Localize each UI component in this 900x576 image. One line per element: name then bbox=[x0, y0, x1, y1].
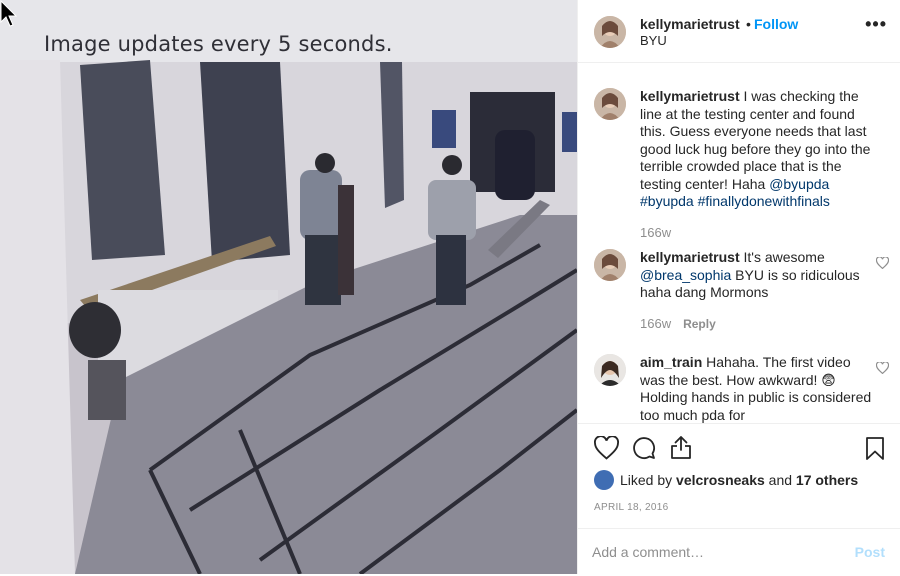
heart-icon[interactable] bbox=[594, 436, 619, 460]
comment-body: aim_train Hahaha. The first video was th… bbox=[640, 354, 872, 423]
comment-like-heart-icon[interactable] bbox=[876, 362, 889, 374]
hashtag-link[interactable]: #byupda bbox=[640, 193, 694, 209]
comment-body: kellymarietrust It's awesome @brea_sophi… bbox=[640, 249, 872, 302]
likes-and: and bbox=[768, 472, 793, 488]
post-comment-button[interactable]: Post bbox=[855, 544, 885, 560]
reply-button[interactable]: Reply bbox=[683, 317, 716, 331]
mouse-cursor-icon bbox=[0, 0, 18, 27]
liker-username[interactable]: velcrosneaks bbox=[676, 472, 765, 488]
likes-others-link[interactable]: 17 others bbox=[796, 472, 858, 488]
comment-meta: 166w Reply bbox=[640, 316, 716, 331]
comment-icon[interactable] bbox=[632, 436, 656, 460]
author-username[interactable]: kellymarietrust bbox=[640, 16, 740, 32]
likes-prefix: Liked by bbox=[620, 472, 673, 488]
post-sidebar: kellymarietrust • Follow BYU ••• kellyma… bbox=[577, 0, 900, 574]
hashtag-link[interactable]: #finallydonewithfinals bbox=[698, 193, 830, 209]
comment-username[interactable]: kellymarietrust bbox=[640, 249, 740, 265]
comment-time[interactable]: 166w bbox=[640, 316, 671, 331]
mention-link[interactable]: @byupda bbox=[769, 176, 829, 192]
photo-scene bbox=[0, 0, 577, 574]
post-location[interactable]: BYU bbox=[640, 33, 667, 48]
separator-dot: • bbox=[746, 16, 751, 32]
post-photo[interactable]: Image updates every 5 seconds. bbox=[0, 0, 577, 574]
ellipsis-icon[interactable]: ••• bbox=[865, 14, 887, 35]
author-avatar[interactable] bbox=[594, 16, 626, 48]
add-comment-input[interactable] bbox=[592, 544, 832, 560]
comment-time[interactable]: 166w bbox=[640, 225, 671, 240]
comment-body: kellymarietrust I was checking the line … bbox=[640, 88, 872, 211]
comment-text: It's awesome bbox=[743, 249, 825, 265]
post-header: kellymarietrust • Follow BYU ••• bbox=[578, 0, 900, 63]
likes-summary[interactable]: Liked by velcrosneaks and 17 others bbox=[620, 472, 858, 488]
comment-like-heart-icon[interactable] bbox=[876, 257, 889, 269]
add-comment-bar: Post bbox=[578, 528, 900, 576]
comment-username[interactable]: aim_train bbox=[640, 354, 702, 370]
photo-caption: Image updates every 5 seconds. bbox=[44, 32, 393, 56]
bookmark-icon[interactable] bbox=[865, 436, 885, 461]
commenter-avatar[interactable] bbox=[594, 354, 626, 386]
mention-link[interactable]: @brea_sophia bbox=[640, 267, 731, 283]
post-actions: Liked by velcrosneaks and 17 others APRI… bbox=[578, 423, 900, 575]
commenter-avatar[interactable] bbox=[594, 88, 626, 120]
liker-avatar[interactable] bbox=[594, 470, 614, 490]
commenter-avatar[interactable] bbox=[594, 249, 626, 281]
follow-button[interactable]: Follow bbox=[754, 16, 798, 32]
share-icon[interactable] bbox=[669, 435, 693, 460]
comments-list[interactable]: kellymarietrust I was checking the line … bbox=[578, 63, 900, 423]
comment-username[interactable]: kellymarietrust bbox=[640, 88, 740, 104]
post-date[interactable]: APRIL 18, 2016 bbox=[594, 502, 668, 513]
